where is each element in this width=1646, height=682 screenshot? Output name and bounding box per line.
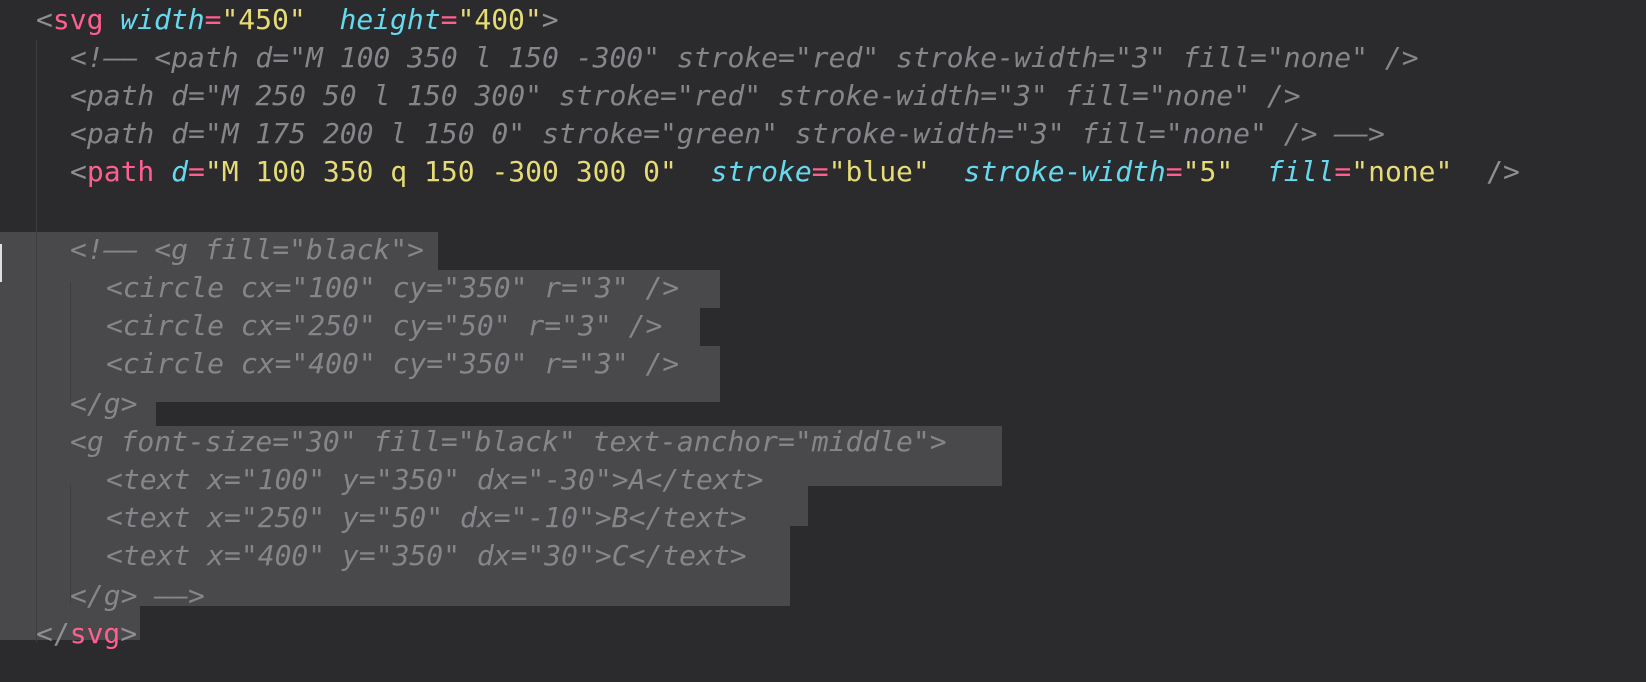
code-line[interactable] [0, 192, 70, 232]
code-comment: <circle cx="100" cy="350" r="3" /> [106, 271, 680, 304]
code-token: fill [1266, 155, 1335, 188]
code-comment: <!—— <path d="M 100 350 l 150 -300" stro… [70, 41, 1419, 74]
code-line[interactable]: <!—— <path d="M 100 350 l 150 -300" stro… [0, 38, 1419, 78]
code-comment: </g> ——> [70, 579, 205, 612]
code-line[interactable]: <path d="M 250 50 l 150 300" stroke="red… [0, 76, 1301, 116]
code-line[interactable]: <circle cx="400" cy="350" r="3" /> [0, 344, 679, 384]
code-token: = [1334, 155, 1352, 188]
code-line[interactable]: <circle cx="250" cy="50" r="3" /> [0, 306, 662, 346]
code-token: = [188, 155, 205, 188]
code-token: stroke-width [963, 155, 1166, 188]
code-line[interactable]: <circle cx="100" cy="350" r="3" /> [0, 268, 679, 308]
code-token: svg [69, 617, 121, 650]
code-token: < [70, 155, 87, 188]
code-token: < [36, 3, 53, 36]
code-editor[interactable]: <svg width="450" height="400"> <!—— <path… [0, 0, 1646, 682]
code-token: "blue" [828, 155, 930, 188]
code-token: = [440, 3, 458, 36]
code-line[interactable]: <path d="M 100 350 q 150 -300 300 0" str… [0, 152, 1520, 192]
code-token: = [811, 155, 829, 188]
code-comment: </g> [70, 387, 138, 420]
code-line[interactable]: </svg> [0, 614, 137, 654]
code-token: svg [52, 3, 104, 36]
code-token: height [339, 3, 441, 36]
code-token: "400" [457, 3, 542, 36]
code-line[interactable]: <path d="M 175 200 l 150 0" stroke="gree… [0, 114, 1385, 154]
code-line[interactable]: </g> [0, 384, 137, 424]
code-comment: <text x="250" y="50" dx="-10">B</text> [106, 501, 747, 534]
code-line[interactable]: <svg width="450" height="400"> [0, 0, 559, 40]
code-token: stroke [710, 155, 812, 188]
code-comment: <circle cx="400" cy="350" r="3" /> [106, 347, 680, 380]
code-token: = [1165, 155, 1183, 188]
code-token: "none" [1351, 155, 1453, 188]
code-comment: <path d="M 250 50 l 150 300" stroke="red… [70, 79, 1301, 112]
code-comment: <text x="400" y="350" dx="30">C</text> [106, 539, 747, 572]
code-token: > [120, 617, 138, 650]
code-token: "M 100 350 q 150 -300 300 0" [204, 155, 677, 188]
code-comment: <!—— <g fill="black"> [70, 233, 425, 266]
code-token: </ [36, 617, 70, 650]
code-token: path [86, 155, 155, 188]
code-token: "5" [1182, 155, 1234, 188]
code-token: > [541, 3, 559, 36]
code-token: = [204, 3, 222, 36]
code-line[interactable]: <text x="400" y="350" dx="30">C</text> [0, 536, 747, 576]
code-line[interactable]: <!—— <g fill="black"> [0, 230, 424, 270]
code-comment: <text x="100" y="350" dx="-30">A</text> [106, 463, 764, 496]
code-token: /> [1486, 155, 1520, 188]
code-line[interactable]: </g> ——> [0, 576, 205, 616]
code-comment: <g font-size="30" fill="black" text-anch… [70, 425, 947, 458]
code-line[interactable]: <g font-size="30" fill="black" text-anch… [0, 422, 947, 462]
code-comment: <circle cx="250" cy="50" r="3" /> [106, 309, 663, 342]
code-line[interactable]: <text x="250" y="50" dx="-10">B</text> [0, 498, 747, 538]
code-token: width [120, 3, 205, 36]
code-comment: <path d="M 175 200 l 150 0" stroke="gree… [70, 117, 1385, 150]
code-token: d [171, 155, 189, 188]
code-token: "450" [221, 3, 306, 36]
code-line[interactable]: <text x="100" y="350" dx="-30">A</text> [0, 460, 763, 500]
